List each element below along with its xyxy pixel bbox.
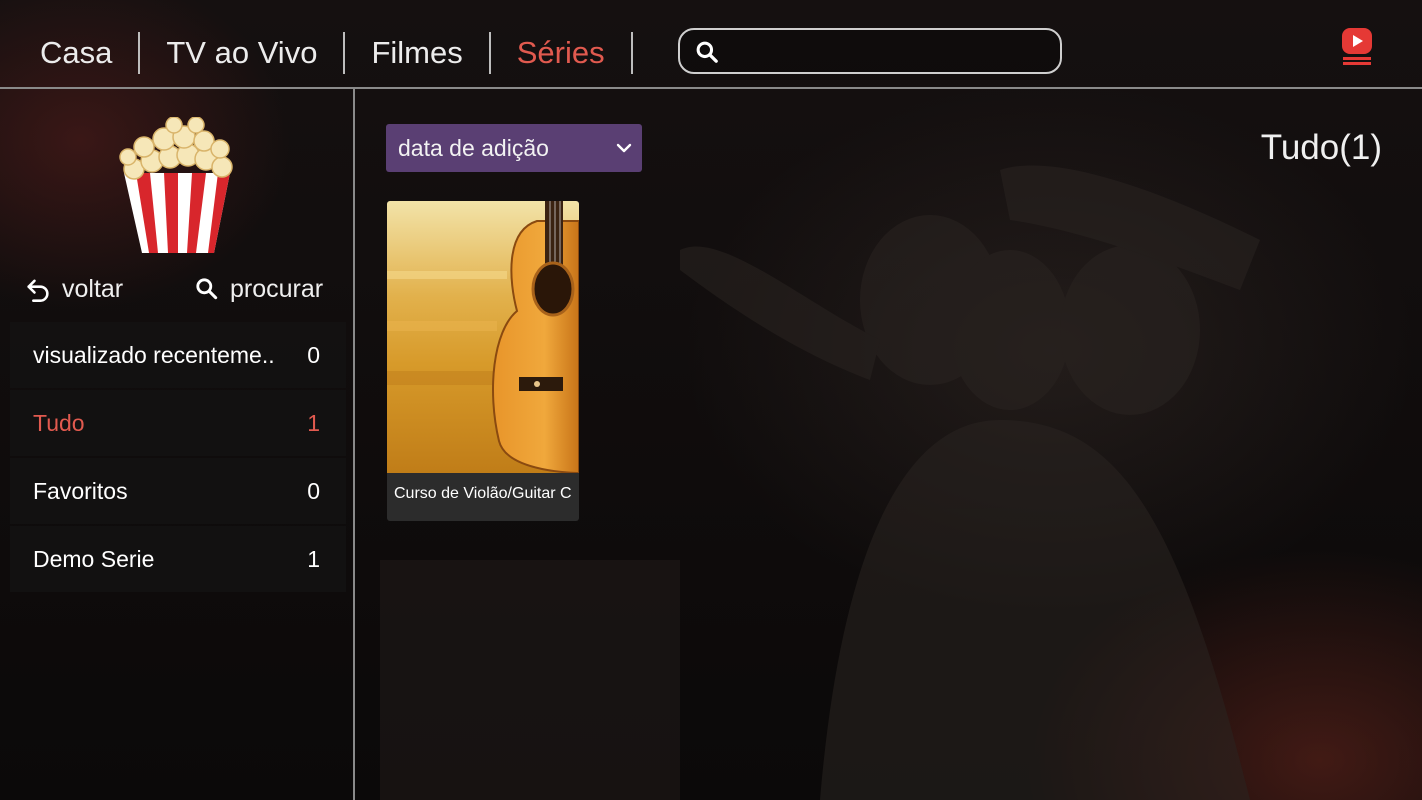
series-screen: Casa TV ao Vivo Filmes Séries voltar pro… — [0, 0, 1422, 800]
series-title: Curso de Violão/Guitar C — [394, 485, 572, 502]
sidebar: voltar procurar visualizado recenteme.. … — [0, 89, 353, 800]
category-item-demo-serie[interactable]: Demo Serie 1 — [10, 526, 346, 592]
category-label: visualizado recenteme.. — [33, 341, 275, 368]
sidebar-actions: voltar procurar — [22, 269, 342, 309]
series-card[interactable]: Curso de Violão/Guitar C — [387, 201, 579, 521]
search-button[interactable]: procurar — [194, 269, 323, 309]
nav-tabs: Casa TV ao Vivo Filmes Séries — [14, 32, 633, 74]
category-item-tudo[interactable]: Tudo 1 — [10, 390, 346, 456]
search-label: procurar — [230, 274, 324, 303]
search-box[interactable] — [678, 28, 1062, 74]
category-count: 1 — [307, 545, 320, 572]
category-label: Tudo — [33, 409, 85, 436]
back-label: voltar — [62, 274, 124, 303]
search-input[interactable] — [730, 36, 1054, 68]
tab-filmes[interactable]: Filmes — [345, 32, 491, 74]
back-button[interactable]: voltar — [24, 269, 123, 309]
category-label: Favoritos — [33, 477, 128, 504]
top-nav: Casa TV ao Vivo Filmes Séries — [0, 0, 1422, 88]
category-count: 1 — [307, 409, 320, 436]
category-item-recent[interactable]: visualizado recenteme.. 0 — [10, 322, 346, 388]
tab-casa[interactable]: Casa — [14, 32, 141, 74]
youtube-play-icon[interactable] — [1340, 26, 1374, 68]
category-count: 0 — [307, 341, 320, 368]
popcorn-icon — [119, 117, 233, 253]
search-icon — [696, 41, 718, 63]
guitar-poster — [387, 201, 579, 473]
tab-series[interactable]: Séries — [491, 32, 633, 74]
total-count: Tudo(1) — [1260, 128, 1382, 167]
category-count: 0 — [307, 477, 320, 504]
sidebar-divider — [353, 89, 355, 800]
chevron-down-icon — [616, 143, 632, 153]
category-item-favoritos[interactable]: Favoritos 0 — [10, 458, 346, 524]
back-arrow-icon — [27, 279, 49, 302]
tab-tv-ao-vivo[interactable]: TV ao Vivo — [140, 32, 346, 74]
category-label: Demo Serie — [33, 545, 155, 572]
sort-dropdown[interactable]: data de adição — [386, 124, 642, 172]
sort-label: data de adição — [398, 134, 549, 161]
category-list: visualizado recenteme.. 0 Tudo 1 Favorit… — [10, 322, 346, 594]
search-icon — [196, 278, 218, 300]
